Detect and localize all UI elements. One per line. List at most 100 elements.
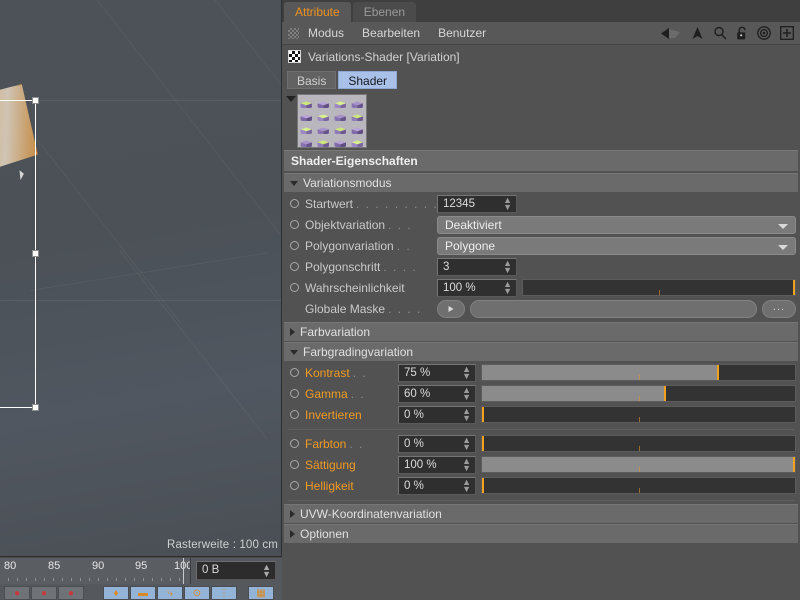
selection-handle[interactable] [32, 97, 39, 104]
search-icon[interactable] [713, 26, 727, 40]
layout-icon[interactable]: ▦ [248, 586, 274, 600]
keyframe-dot-icon[interactable] [290, 389, 299, 398]
timeline-playhead[interactable] [183, 558, 184, 584]
selection-bounding-box[interactable] [0, 100, 36, 408]
render-settings-icon[interactable]: ● [58, 586, 84, 600]
spinner-icon[interactable]: ▲▼ [462, 479, 471, 493]
timeline-ruler[interactable]: 80 85 90 95 100 [0, 558, 191, 584]
polygonvariation-dropdown[interactable]: Polygone [437, 237, 796, 255]
target-icon[interactable] [757, 26, 771, 40]
farbton-input[interactable]: 0 % ▲▼ [398, 435, 476, 453]
spinner-icon[interactable]: ▲▼ [462, 387, 471, 401]
farbton-value: 0 % [404, 438, 424, 450]
toolbar-group-layout[interactable]: ▦ [248, 586, 274, 600]
subtab-basis[interactable]: Basis [287, 71, 336, 89]
objektvariation-dropdown[interactable]: Deaktiviert [437, 216, 796, 234]
toolbar-group-deformers[interactable]: ♦ ▬ ⤷ ⊙ ⋮ [103, 586, 237, 600]
frame-field[interactable]: 0 B ▲▼ [196, 561, 276, 580]
drag-grip-icon[interactable] [288, 28, 299, 39]
label-invertieren: Invertieren [305, 408, 362, 422]
spinner-icon[interactable]: ▲▼ [462, 408, 471, 422]
chevron-down-icon [290, 350, 298, 355]
timeline-bar[interactable]: 80 85 90 95 100 [0, 558, 282, 584]
group-header-optionen[interactable]: Optionen [284, 524, 798, 543]
gamma-slider[interactable] [481, 385, 796, 402]
bend-icon[interactable]: ♦ [103, 586, 129, 600]
spinner-icon[interactable]: ▲▼ [503, 260, 512, 274]
keyframe-dot-icon[interactable] [290, 460, 299, 469]
group-header-variationsmodus[interactable]: Variationsmodus [284, 173, 798, 192]
label-globale-maske: Globale Maske [305, 302, 385, 316]
globale-maske-field[interactable] [470, 300, 757, 318]
render-view-icon[interactable]: ● [4, 586, 30, 600]
keyframe-dot-icon[interactable] [290, 199, 299, 208]
row-saettigung: Sättigung 100 % ▲▼ [282, 454, 800, 475]
spinner-icon[interactable]: ▲▼ [462, 458, 471, 472]
twist-icon[interactable]: ⊙ [184, 586, 210, 600]
helligkeit-input[interactable]: 0 % ▲▼ [398, 477, 476, 495]
back-arrow-icon[interactable] [660, 27, 682, 40]
kontrast-slider[interactable] [481, 364, 796, 381]
preview-collapse-caret[interactable] [286, 96, 296, 102]
group-header-uvw-koordinatenvariation[interactable]: UVW-Koordinatenvariation [284, 504, 798, 523]
keyframe-dot-icon[interactable] [290, 262, 299, 271]
attribute-manager-tabs[interactable]: Attribute Ebenen [282, 0, 800, 22]
keyframe-dot-icon[interactable] [290, 439, 299, 448]
bottom-toolbar[interactable]: ● ● ● ♦ ▬ ⤷ ⊙ ⋮ ▦ [0, 584, 282, 600]
spinner-icon[interactable]: ▲▼ [503, 197, 512, 211]
gamma-input[interactable]: 60 % ▲▼ [398, 385, 476, 403]
subtab-shader[interactable]: Shader [338, 71, 397, 89]
spinner-icon[interactable]: ▲▼ [262, 564, 271, 578]
shear-icon[interactable]: ⤷ [157, 586, 183, 600]
preview-cube [315, 108, 332, 121]
selection-handle[interactable] [32, 250, 39, 257]
keyframe-dot-icon[interactable] [290, 241, 299, 250]
bulge-icon[interactable]: ▬ [130, 586, 156, 600]
globale-maske-play-button[interactable] [437, 300, 465, 318]
wahrscheinlichkeit-value: 100 % [443, 282, 476, 294]
preview-cube [349, 134, 366, 147]
keyframe-dot-icon[interactable] [290, 368, 299, 377]
wahrscheinlichkeit-slider[interactable] [522, 279, 796, 296]
kontrast-input[interactable]: 75 % ▲▼ [398, 364, 476, 382]
plus-box-icon[interactable] [780, 26, 794, 40]
label-farbton: Farbton [305, 437, 346, 451]
viewport-3d[interactable]: Rasterweite : 100 cm [0, 0, 282, 557]
spinner-icon[interactable]: ▲▼ [503, 281, 512, 295]
group-label: Farbvariation [300, 323, 370, 341]
farbton-slider[interactable] [481, 435, 796, 452]
saettigung-input[interactable]: 100 % ▲▼ [398, 456, 476, 474]
polygonvariation-value: Polygone [445, 239, 495, 253]
group-header-farbgradingvariation[interactable]: Farbgradingvariation [284, 342, 798, 361]
menu-item-modus[interactable]: Modus [308, 26, 344, 40]
invertieren-slider[interactable] [481, 406, 796, 423]
up-arrow-icon[interactable] [691, 26, 704, 40]
keyframe-dot-icon[interactable] [290, 220, 299, 229]
tab-ebenen[interactable]: Ebenen [353, 2, 416, 22]
invertieren-value: 0 % [404, 409, 424, 421]
group-header-farbvariation[interactable]: Farbvariation [284, 322, 798, 341]
saettigung-slider[interactable] [481, 456, 796, 473]
tab-attribute[interactable]: Attribute [284, 2, 351, 22]
menu-item-bearbeiten[interactable]: Bearbeiten [362, 26, 420, 40]
selection-handle[interactable] [32, 404, 39, 411]
keyframe-dot-icon[interactable] [290, 410, 299, 419]
invertieren-input[interactable]: 0 % ▲▼ [398, 406, 476, 424]
menu-item-benutzer[interactable]: Benutzer [438, 26, 486, 40]
unlock-icon[interactable] [736, 26, 748, 41]
shader-preview-thumbnail[interactable] [297, 94, 367, 148]
keyframe-dot-icon[interactable] [290, 481, 299, 490]
spinner-icon[interactable]: ▲▼ [462, 366, 471, 380]
globale-maske-more-button[interactable]: ... [762, 300, 796, 318]
spinner-icon[interactable]: ▲▼ [462, 437, 471, 451]
wahrscheinlichkeit-input[interactable]: 100 % ▲▼ [437, 279, 517, 297]
toolbar-group-render[interactable]: ● ● ● [4, 586, 84, 600]
render-region-icon[interactable]: ● [31, 586, 57, 600]
shader-subtabs[interactable]: Basis Shader [282, 68, 800, 92]
leader-dots: . . . . [388, 302, 437, 316]
startwert-input[interactable]: 12345 ▲▼ [437, 195, 517, 213]
spline-icon[interactable]: ⋮ [211, 586, 237, 600]
polygonschritt-input[interactable]: 3 ▲▼ [437, 258, 517, 276]
keyframe-dot-icon[interactable] [290, 283, 299, 292]
helligkeit-slider[interactable] [481, 477, 796, 494]
